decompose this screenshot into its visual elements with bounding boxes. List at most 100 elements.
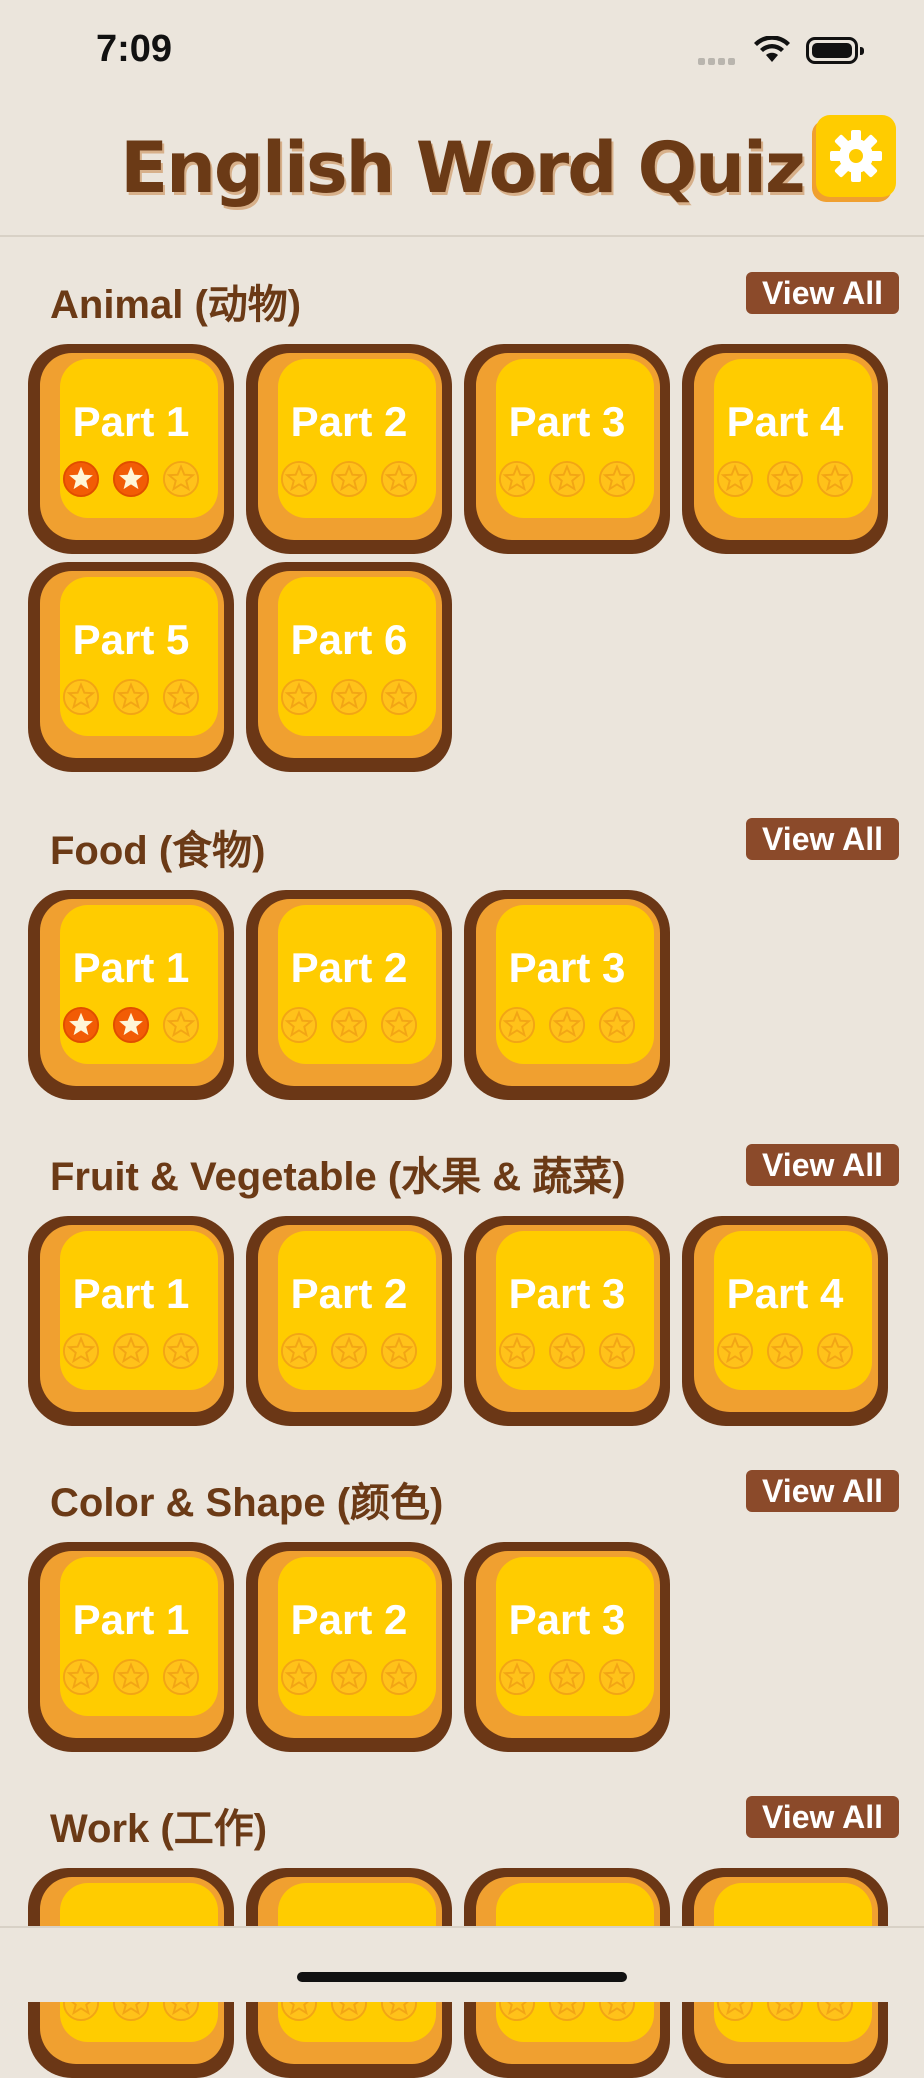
view-all-button[interactable]: View All	[746, 1470, 899, 1512]
part-label: Part 3	[508, 1596, 626, 1643]
star-rating	[280, 1658, 430, 1698]
star-empty-icon	[548, 1332, 586, 1370]
quiz-part-tile[interactable]: Part 4	[682, 1216, 888, 1426]
star-empty-icon	[330, 678, 368, 716]
section-title: Work (工作)	[50, 1807, 268, 1851]
star-filled-icon	[112, 460, 150, 498]
wifi-icon	[754, 36, 790, 62]
tile-face	[258, 353, 442, 540]
home-indicator[interactable]	[297, 1972, 627, 1982]
part-label: Part 3	[508, 398, 626, 445]
star-empty-icon	[330, 1332, 368, 1370]
section-title: Food (食物)	[50, 829, 266, 873]
star-empty-icon	[162, 1332, 200, 1370]
star-empty-icon	[380, 1006, 418, 1044]
section-title: Animal (动物)	[50, 283, 302, 327]
part-label: Part 2	[290, 1270, 408, 1317]
star-empty-icon	[498, 1332, 536, 1370]
app-title: English Word Quiz	[120, 127, 806, 209]
battery-icon	[806, 37, 864, 64]
view-all-button[interactable]: View All	[746, 1144, 899, 1186]
quiz-part-tile[interactable]: Part 2	[246, 344, 452, 554]
quiz-part-tile[interactable]: Part 4	[682, 344, 888, 554]
quiz-part-tile[interactable]: Part 3	[464, 1542, 670, 1752]
quiz-part-tile[interactable]: Part 2	[246, 890, 452, 1100]
gear-icon	[830, 130, 882, 182]
star-rating	[280, 678, 430, 718]
part-label: Part 4	[726, 1270, 844, 1317]
tile-face	[40, 899, 224, 1086]
part-label: Part 1	[72, 398, 190, 445]
part-label: Part 1	[72, 1270, 190, 1317]
star-empty-icon	[498, 460, 536, 498]
star-empty-icon	[162, 678, 200, 716]
quiz-part-tile[interactable]: Part 2	[246, 1542, 452, 1752]
star-empty-icon	[548, 1006, 586, 1044]
tile-face	[476, 1225, 660, 1412]
status-bar: 7:09	[0, 0, 924, 105]
bottom-safe-area	[0, 1926, 924, 2002]
quiz-part-tile[interactable]: Part 6	[246, 562, 452, 772]
part-label: Part 2	[290, 1596, 408, 1643]
quiz-part-tile[interactable]: Part 1	[28, 344, 234, 554]
star-empty-icon	[716, 1332, 754, 1370]
star-empty-icon	[280, 460, 318, 498]
cellular-signal-icon	[698, 52, 738, 70]
quiz-part-tile[interactable]: Part 3	[464, 344, 670, 554]
tile-face	[694, 1225, 878, 1412]
star-empty-icon	[380, 1332, 418, 1370]
star-empty-icon	[162, 1006, 200, 1044]
star-rating	[62, 1006, 212, 1046]
tile-face	[40, 1551, 224, 1738]
star-empty-icon	[598, 1658, 636, 1696]
star-empty-icon	[716, 460, 754, 498]
star-empty-icon	[62, 1658, 100, 1696]
quiz-part-tile[interactable]: Part 2	[246, 1216, 452, 1426]
quiz-part-tile[interactable]: Part 1	[28, 890, 234, 1100]
star-empty-icon	[498, 1658, 536, 1696]
part-label: Part 3	[508, 944, 626, 991]
star-empty-icon	[598, 1332, 636, 1370]
star-rating	[498, 460, 648, 500]
part-label: Part 3	[508, 1270, 626, 1317]
view-all-button[interactable]: View All	[746, 1796, 899, 1838]
star-rating	[498, 1006, 648, 1046]
view-all-button[interactable]: View All	[746, 818, 899, 860]
quiz-part-tile[interactable]: Part 1	[28, 1542, 234, 1752]
star-empty-icon	[280, 1006, 318, 1044]
star-empty-icon	[330, 1658, 368, 1696]
star-empty-icon	[548, 460, 586, 498]
view-all-button[interactable]: View All	[746, 272, 899, 314]
app-header: English Word Quiz	[0, 105, 924, 237]
tile-face	[476, 1551, 660, 1738]
quiz-part-tile[interactable]: Part 1	[28, 1216, 234, 1426]
star-empty-icon	[330, 460, 368, 498]
star-filled-icon	[112, 1006, 150, 1044]
part-label: Part 6	[290, 616, 408, 663]
star-empty-icon	[162, 1658, 200, 1696]
tile-face	[258, 1225, 442, 1412]
tile-face	[476, 899, 660, 1086]
star-rating	[280, 460, 430, 500]
quiz-part-tile[interactable]: Part 3	[464, 890, 670, 1100]
tile-face	[258, 899, 442, 1086]
star-rating	[62, 460, 212, 500]
star-rating	[62, 1332, 212, 1372]
star-rating	[62, 678, 212, 718]
tile-face	[476, 353, 660, 540]
star-empty-icon	[62, 678, 100, 716]
settings-button[interactable]	[816, 115, 896, 197]
tile-face	[258, 571, 442, 758]
star-empty-icon	[112, 1658, 150, 1696]
tile-face	[40, 1225, 224, 1412]
status-time: 7:09	[96, 28, 173, 70]
star-rating	[716, 460, 866, 500]
star-empty-icon	[548, 1658, 586, 1696]
quiz-part-tile[interactable]: Part 5	[28, 562, 234, 772]
star-empty-icon	[162, 460, 200, 498]
quiz-part-tile[interactable]: Part 3	[464, 1216, 670, 1426]
star-empty-icon	[598, 1006, 636, 1044]
part-label: Part 4	[726, 398, 844, 445]
part-label: Part 5	[72, 616, 190, 663]
star-rating	[62, 1658, 212, 1698]
